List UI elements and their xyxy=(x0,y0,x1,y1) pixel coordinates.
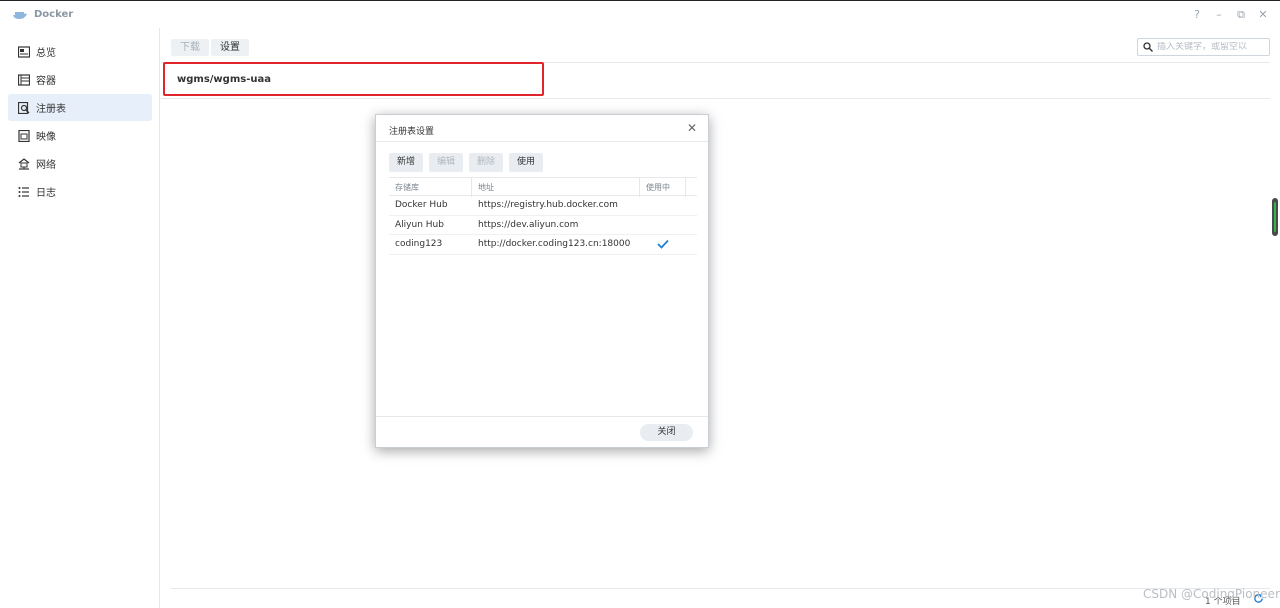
close-icon[interactable]: ✕ xyxy=(686,121,698,135)
row-divider xyxy=(161,98,1270,99)
sidebar-item-container[interactable]: 容器 xyxy=(8,66,152,93)
log-icon xyxy=(18,186,29,197)
cell-repo: Docker Hub xyxy=(395,200,448,210)
sidebar-item-label: 注册表 xyxy=(36,104,66,115)
registry-settings-dialog: 注册表设置 ✕ 新增 编辑 删除 使用 存储库 地址 使用中 Docker Hu… xyxy=(375,114,709,448)
column-separator xyxy=(639,178,640,197)
watermark: CSDN @CodingPioneer xyxy=(1143,587,1280,601)
app-title: Docker xyxy=(34,9,74,20)
cell-address: http://docker.coding123.cn:18000 xyxy=(478,239,631,249)
scrollbar-thumb[interactable] xyxy=(1272,198,1278,236)
sidebar-item-label: 网络 xyxy=(36,160,56,171)
window-controls: ? – ⧉ ✕ xyxy=(1192,8,1268,22)
table-row[interactable]: coding123 http://docker.coding123.cn:180… xyxy=(389,235,697,255)
registry-table: 存储库 地址 使用中 Docker Hub https://registry.h… xyxy=(389,177,697,255)
table-row[interactable]: Docker Hub https://registry.hub.docker.c… xyxy=(389,196,697,216)
column-header-address[interactable]: 地址 xyxy=(478,182,494,193)
dialog-footer-divider xyxy=(376,416,708,417)
close-window-icon[interactable]: ✕ xyxy=(1258,8,1268,22)
download-button[interactable]: 下载 xyxy=(171,39,209,56)
help-icon[interactable]: ? xyxy=(1192,8,1202,22)
sidebar-item-label: 日志 xyxy=(36,188,56,199)
sidebar-item-overview[interactable]: 总览 xyxy=(8,38,152,65)
footer-divider xyxy=(171,588,1270,589)
sidebar-item-log[interactable]: 日志 xyxy=(8,178,152,205)
delete-button[interactable]: 删除 xyxy=(469,153,504,172)
table-row[interactable]: Aliyun Hub https://dev.aliyun.com xyxy=(389,216,697,235)
sidebar-item-image[interactable]: 映像 xyxy=(8,122,152,149)
image-icon xyxy=(18,129,30,142)
checkmark-icon xyxy=(657,239,669,249)
title-bar: Docker ? – ⧉ ✕ xyxy=(0,0,1280,28)
search-box[interactable] xyxy=(1137,38,1270,56)
cell-repo: Aliyun Hub xyxy=(395,219,444,230)
close-button[interactable]: 关闭 xyxy=(640,424,693,441)
search-icon xyxy=(1143,42,1153,52)
sidebar-item-label: 容器 xyxy=(36,76,56,87)
main-panel: 下载 设置 wgms/wgms-uaa 1 个项目 xyxy=(161,28,1280,608)
settings-button[interactable]: 设置 xyxy=(211,39,249,56)
sidebar-item-label: 映像 xyxy=(36,132,56,143)
sidebar-item-registry[interactable]: 注册表 xyxy=(8,94,152,121)
sidebar-item-label: 总览 xyxy=(36,48,56,59)
cell-repo: coding123 xyxy=(395,239,443,249)
registry-icon xyxy=(18,101,30,114)
network-icon xyxy=(18,157,30,170)
add-button[interactable]: 新增 xyxy=(389,153,424,172)
cell-address: https://registry.hub.docker.com xyxy=(478,200,618,210)
use-button[interactable]: 使用 xyxy=(509,153,544,172)
restore-icon[interactable]: ⧉ xyxy=(1236,8,1246,22)
repo-name: wgms/wgms-uaa xyxy=(177,74,271,85)
search-input[interactable] xyxy=(1157,42,1267,52)
column-header-repo[interactable]: 存储库 xyxy=(395,182,419,193)
edit-button[interactable]: 编辑 xyxy=(429,153,464,172)
docker-logo-icon xyxy=(13,11,27,19)
sidebar-item-network[interactable]: 网络 xyxy=(8,150,152,177)
column-separator xyxy=(471,178,472,197)
table-header: 存储库 地址 使用中 xyxy=(389,177,697,197)
column-separator xyxy=(685,178,686,197)
dialog-title: 注册表设置 xyxy=(389,127,435,137)
dialog-header: 注册表设置 ✕ xyxy=(376,115,708,142)
minimize-icon[interactable]: – xyxy=(1214,8,1224,22)
container-icon xyxy=(18,73,30,86)
sidebar: 总览 容器 注册表 映像 网络 日志 xyxy=(0,28,160,608)
overview-icon xyxy=(18,45,30,58)
cell-address: https://dev.aliyun.com xyxy=(478,219,579,230)
column-header-in-use[interactable]: 使用中 xyxy=(646,182,670,193)
